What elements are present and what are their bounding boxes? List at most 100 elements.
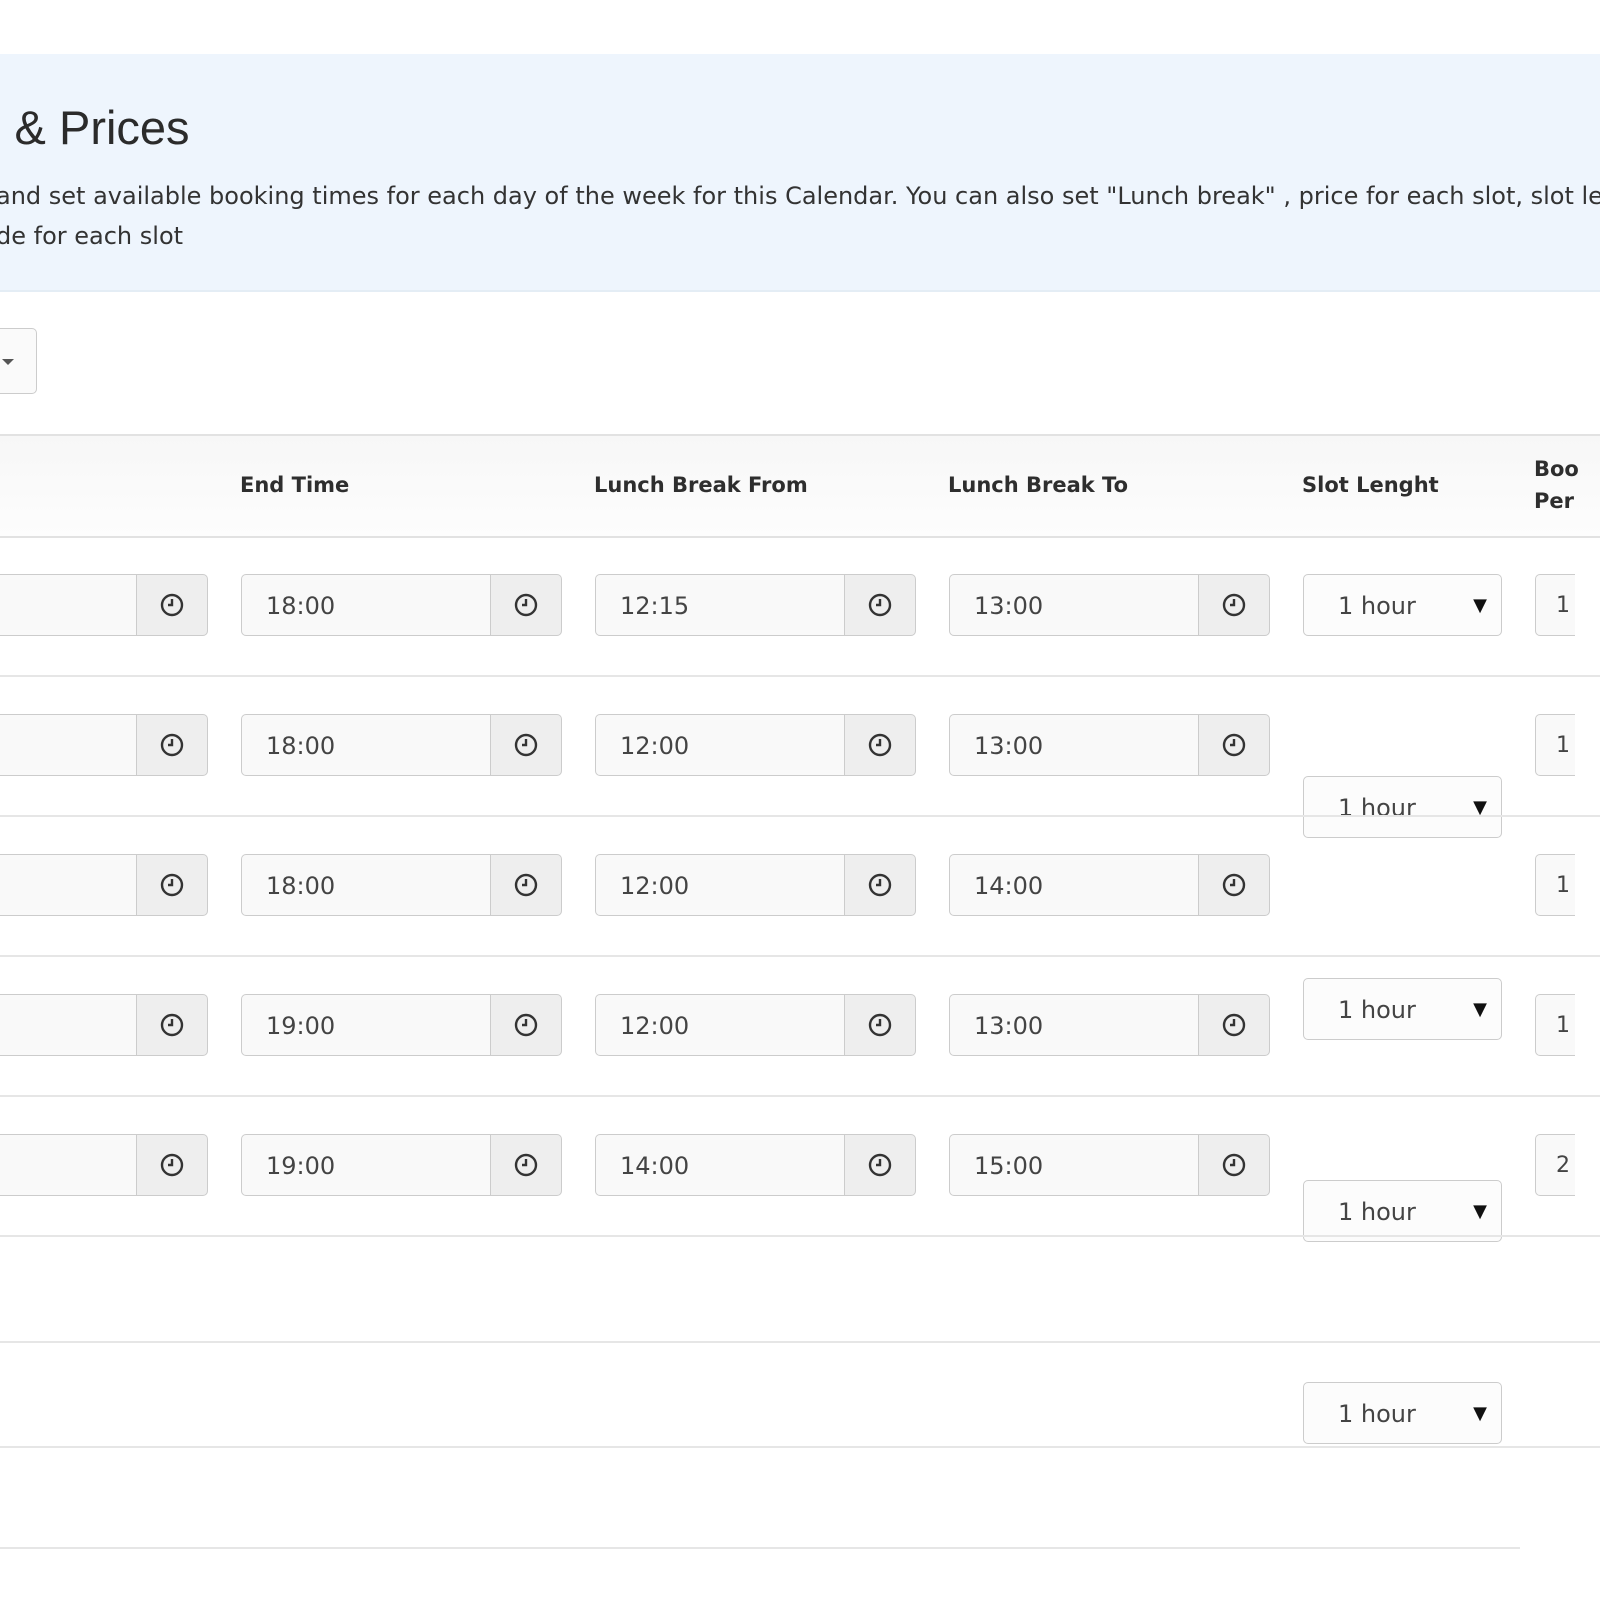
clock-icon [514, 1153, 538, 1177]
start-time-field[interactable] [0, 854, 136, 916]
lunch-break-from-input[interactable]: 12:00 [595, 854, 916, 916]
end-time-addon[interactable] [490, 994, 562, 1056]
lunch-break-from-input[interactable]: 14:00 [595, 1134, 916, 1196]
lunch-break-to-addon[interactable] [1198, 714, 1270, 776]
lunch-break-from-input[interactable]: 12:00 [595, 714, 916, 776]
slot-length-value: 1 hour [1338, 1400, 1416, 1428]
bookings-per-slot-input[interactable]: 1 [1535, 714, 1575, 776]
bookings-per-slot-input[interactable]: 1 [1535, 574, 1575, 636]
clock-icon [160, 1153, 184, 1177]
row-divider [0, 815, 1600, 817]
lunch-break-from-addon[interactable] [844, 994, 916, 1056]
end-time-input[interactable]: 19:00 [241, 994, 562, 1056]
start-time-input[interactable] [0, 714, 208, 776]
clock-icon [160, 733, 184, 757]
start-time-input[interactable] [0, 994, 208, 1056]
column-header-lunch-break-to: Lunch Break To [948, 473, 1129, 497]
lunch-break-from-addon[interactable] [844, 1134, 916, 1196]
clock-icon [868, 1013, 892, 1037]
lunch-break-from-field[interactable]: 14:00 [595, 1134, 844, 1196]
end-time-addon[interactable] [490, 1134, 562, 1196]
clock-icon [514, 593, 538, 617]
page-description-line-1: and set available booking times for each… [0, 182, 1600, 210]
lunch-break-from-addon[interactable] [844, 854, 916, 916]
lunch-break-to-field[interactable]: 13:00 [949, 574, 1198, 636]
end-time-addon[interactable] [490, 574, 562, 636]
start-time-input[interactable] [0, 574, 208, 636]
start-time-field[interactable] [0, 574, 136, 636]
slot-length-select[interactable]: 1 hour ▼ [1303, 776, 1502, 838]
info-panel [0, 54, 1600, 292]
end-time-field[interactable]: 19:00 [241, 1134, 490, 1196]
caret-down-icon: ▼ [1473, 1403, 1487, 1424]
clock-icon [160, 1013, 184, 1037]
column-header-slot-length: Slot Lenght [1302, 473, 1439, 497]
lunch-break-to-addon[interactable] [1198, 994, 1270, 1056]
end-time-field[interactable]: 19:00 [241, 994, 490, 1056]
end-time-input[interactable]: 18:00 [241, 714, 562, 776]
end-time-field[interactable]: 18:00 [241, 854, 490, 916]
end-time-addon[interactable] [490, 714, 562, 776]
end-time-addon[interactable] [490, 854, 562, 916]
lunch-break-to-addon[interactable] [1198, 1134, 1270, 1196]
slot-length-select[interactable]: 1 hour ▼ [1303, 574, 1502, 636]
caret-down-icon: ▼ [1473, 1201, 1487, 1222]
caret-down-icon: ▼ [1473, 999, 1487, 1020]
start-time-addon[interactable] [136, 1134, 208, 1196]
start-time-input[interactable] [0, 1134, 208, 1196]
end-time-input[interactable]: 18:00 [241, 574, 562, 636]
lunch-break-to-input[interactable]: 13:00 [949, 714, 1270, 776]
clock-icon [1222, 873, 1246, 897]
column-header-end-time: End Time [240, 473, 350, 497]
lunch-break-to-addon[interactable] [1198, 854, 1270, 916]
column-header-lunch-break-from: Lunch Break From [594, 473, 808, 497]
caret-down-icon [2, 359, 14, 365]
lunch-break-from-field[interactable]: 12:00 [595, 994, 844, 1056]
start-time-input[interactable] [0, 854, 208, 916]
lunch-break-to-input[interactable]: 13:00 [949, 574, 1270, 636]
row-divider [0, 1235, 1600, 1237]
start-time-addon[interactable] [136, 854, 208, 916]
lunch-break-from-field[interactable]: 12:15 [595, 574, 844, 636]
lunch-break-to-addon[interactable] [1198, 574, 1270, 636]
lunch-break-to-input[interactable]: 13:00 [949, 994, 1270, 1056]
end-time-input[interactable]: 18:00 [241, 854, 562, 916]
slot-length-select[interactable]: 1 hour ▼ [1303, 978, 1502, 1040]
lunch-break-to-field[interactable]: 14:00 [949, 854, 1198, 916]
lunch-break-to-input[interactable]: 15:00 [949, 1134, 1270, 1196]
bookings-per-slot-input[interactable]: 2 [1535, 1134, 1575, 1196]
clock-icon [1222, 1153, 1246, 1177]
lunch-break-from-field[interactable]: 12:00 [595, 854, 844, 916]
slot-length-select[interactable]: 1 hour ▼ [1303, 1382, 1502, 1444]
start-time-field[interactable] [0, 994, 136, 1056]
lunch-break-from-input[interactable]: 12:15 [595, 574, 916, 636]
bookings-per-slot-input[interactable]: 1 [1535, 854, 1575, 916]
table-row: 18:00 12:15 13:00 1 hour ▼ 1 [0, 0, 1600, 677]
lunch-break-to-field[interactable]: 13:00 [949, 994, 1198, 1056]
slot-length-select[interactable]: 1 hour ▼ [1303, 1180, 1502, 1242]
row-divider [0, 1341, 1600, 1343]
start-time-field[interactable] [0, 1134, 136, 1196]
lunch-break-to-input[interactable]: 14:00 [949, 854, 1270, 916]
start-time-field[interactable] [0, 714, 136, 776]
end-time-input[interactable]: 19:00 [241, 1134, 562, 1196]
row-divider [0, 1095, 1600, 1097]
clock-icon [868, 873, 892, 897]
end-time-field[interactable]: 18:00 [241, 574, 490, 636]
start-time-addon[interactable] [136, 714, 208, 776]
lunch-break-to-field[interactable]: 13:00 [949, 714, 1198, 776]
clock-icon [160, 873, 184, 897]
clock-icon [160, 593, 184, 617]
lunch-break-from-addon[interactable] [844, 714, 916, 776]
row-divider [0, 955, 1600, 957]
end-time-field[interactable]: 18:00 [241, 714, 490, 776]
bookings-per-slot-input[interactable]: 1 [1535, 994, 1575, 1056]
start-time-addon[interactable] [136, 994, 208, 1056]
lunch-break-from-addon[interactable] [844, 574, 916, 636]
lunch-break-to-field[interactable]: 15:00 [949, 1134, 1198, 1196]
lunch-break-from-input[interactable]: 12:00 [595, 994, 916, 1056]
start-time-addon[interactable] [136, 574, 208, 636]
calendar-select[interactable] [0, 328, 37, 394]
slot-length-value: 1 hour [1338, 794, 1416, 822]
lunch-break-from-field[interactable]: 12:00 [595, 714, 844, 776]
